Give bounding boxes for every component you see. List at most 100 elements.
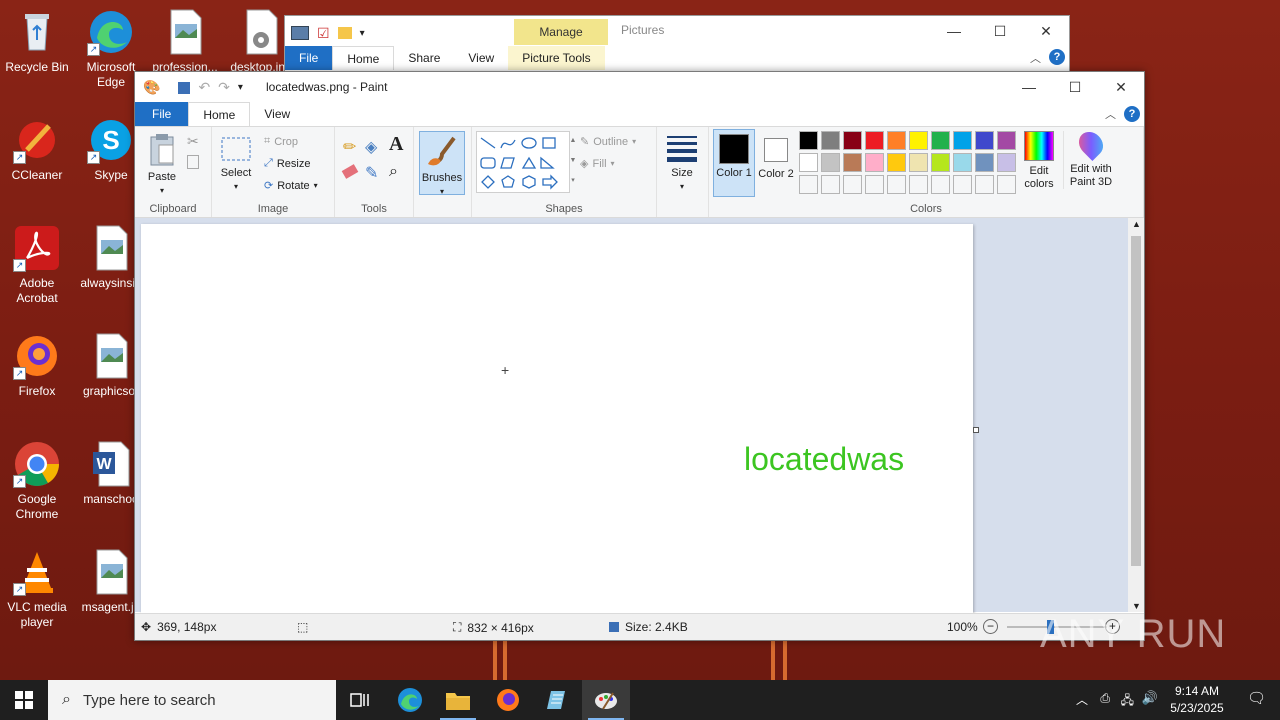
volume-icon[interactable]: 🔊 <box>1142 690 1158 706</box>
clock[interactable]: 9:14 AM 5/23/2025 <box>1162 683 1232 717</box>
color1-button[interactable]: Color 1 <box>713 129 755 197</box>
save-icon[interactable] <box>178 81 191 94</box>
palette-swatch[interactable] <box>997 131 1016 150</box>
tab-picture-tools[interactable]: Picture Tools <box>508 46 605 70</box>
chevron-down-icon[interactable]: ▾ <box>360 28 365 39</box>
desktop-icon-recycle-bin[interactable]: Recycle Bin <box>0 8 74 75</box>
taskbar-paint[interactable] <box>582 680 630 720</box>
tab-file[interactable]: File <box>285 46 333 70</box>
chevron-up-icon[interactable]: ︿ <box>1076 691 1088 708</box>
maximize-icon[interactable]: ☐ <box>1052 72 1098 102</box>
palette-swatch[interactable] <box>997 153 1016 172</box>
paint-window[interactable]: 🎨 ↶ ↷ ▾ locatedwas.png - Paint — ☐ ✕ Fil… <box>134 71 1145 641</box>
crop-button[interactable]: ⌗ Crop <box>264 135 298 148</box>
network-icon[interactable]: 🖧 <box>1121 691 1134 712</box>
desktop-icon-google-chrome[interactable]: ↗ Google Chrome <box>0 440 74 522</box>
select-button[interactable]: Select ▾ <box>218 135 254 193</box>
cut-icon[interactable]: ✂ <box>187 133 199 150</box>
tab-share[interactable]: Share <box>394 46 454 70</box>
tab-view[interactable]: View <box>250 102 304 126</box>
notifications-icon[interactable]: 🗨 <box>1247 689 1266 707</box>
custom-color-slot[interactable] <box>953 175 972 194</box>
tab-home[interactable]: Home <box>332 46 395 70</box>
custom-color-slot[interactable] <box>843 175 862 194</box>
new-folder-icon[interactable] <box>337 27 352 39</box>
desktop-icon-ccleaner[interactable]: ↗ CCleaner <box>0 116 74 183</box>
redo-icon[interactable]: ↷ <box>218 79 230 96</box>
magnifier-icon[interactable]: ⌕ <box>389 163 398 181</box>
size-button[interactable]: Size ▾ <box>662 133 702 193</box>
palette-swatch[interactable] <box>843 153 862 172</box>
taskbar-search-box[interactable]: ⌕ Type here to search <box>48 680 336 720</box>
pencil-icon[interactable]: ✏ <box>343 137 356 157</box>
eraser-icon[interactable] <box>341 164 359 179</box>
fill-bucket-icon[interactable]: ◈ <box>365 137 377 157</box>
palette-swatch[interactable] <box>887 131 906 150</box>
canvas-resize-handle[interactable] <box>973 427 979 433</box>
desktop-icon-profession[interactable]: profession... <box>148 8 222 75</box>
outline-button[interactable]: ✎ Outline ▾ <box>580 135 636 149</box>
taskbar-firefox[interactable] <box>484 680 532 720</box>
palette-swatch[interactable] <box>953 131 972 150</box>
palette-swatch[interactable] <box>821 153 840 172</box>
scroll-down-icon[interactable]: ▼ <box>1132 601 1141 611</box>
taskbar-notepad[interactable] <box>534 680 582 720</box>
palette-swatch[interactable] <box>865 153 884 172</box>
ribbon-collapse-icon[interactable]: ︿ <box>1030 50 1041 66</box>
palette-swatch[interactable] <box>843 131 862 150</box>
custom-color-slot[interactable] <box>909 175 928 194</box>
palette-swatch[interactable] <box>865 131 884 150</box>
tab-view[interactable]: View <box>454 46 508 70</box>
palette-swatch[interactable] <box>799 131 818 150</box>
custom-color-slot[interactable] <box>997 175 1016 194</box>
canvas-area[interactable]: + locatedwas <box>135 218 1128 614</box>
copy-icon[interactable] <box>187 155 199 169</box>
task-view-button[interactable] <box>336 680 384 720</box>
scroll-up-icon[interactable]: ▲ <box>1132 219 1141 229</box>
undo-icon[interactable]: ↶ <box>198 79 210 96</box>
custom-color-slot[interactable] <box>975 175 994 194</box>
text-tool-icon[interactable]: A <box>389 133 403 156</box>
palette-swatch[interactable] <box>799 153 818 172</box>
zoom-out-icon[interactable]: − <box>983 619 998 634</box>
manage-contextual-tab[interactable]: Manage <box>514 19 608 45</box>
maximize-icon[interactable]: ☐ <box>977 16 1023 46</box>
close-icon[interactable]: ✕ <box>1023 16 1069 46</box>
palette-swatch[interactable] <box>887 153 906 172</box>
color-picker-icon[interactable]: ✎ <box>365 163 378 183</box>
tab-file[interactable]: File <box>135 102 189 126</box>
fill-button[interactable]: ◈ Fill ▾ <box>580 157 615 171</box>
resize-button[interactable]: ⤢ Resize <box>264 157 310 170</box>
brushes-button[interactable]: Brushes ▾ <box>419 131 465 196</box>
minimize-icon[interactable]: — <box>931 16 977 46</box>
paste-button[interactable]: Paste ▾ <box>143 133 181 197</box>
edit-with-paint3d-button[interactable]: Edit with Paint 3D <box>1063 127 1118 189</box>
palette-swatch[interactable] <box>953 153 972 172</box>
file-explorer-window[interactable]: ☑ ▾ Manage Pictures — ☐ ✕ File Home Shar… <box>284 15 1070 77</box>
custom-color-slot[interactable] <box>887 175 906 194</box>
chevron-down-icon[interactable]: ▾ <box>238 82 243 93</box>
taskbar-edge[interactable] <box>386 680 434 720</box>
ribbon-collapse-icon[interactable]: ︿ <box>1105 106 1116 122</box>
custom-color-slot[interactable] <box>799 175 818 194</box>
custom-color-slot[interactable] <box>865 175 884 194</box>
drawing-canvas[interactable]: + locatedwas <box>141 224 973 614</box>
palette-swatch[interactable] <box>931 153 950 172</box>
custom-color-slot[interactable] <box>821 175 840 194</box>
properties-icon[interactable]: ☑ <box>317 25 330 42</box>
rotate-button[interactable]: ⟳ Rotate ▾ <box>264 179 318 193</box>
vertical-scrollbar[interactable]: ▲ ▼ <box>1128 218 1144 612</box>
help-icon[interactable]: ? <box>1124 106 1140 122</box>
scrollbar-thumb[interactable] <box>1131 236 1141 566</box>
custom-color-slot[interactable] <box>931 175 950 194</box>
palette-swatch[interactable] <box>909 131 928 150</box>
device-icon[interactable]: ⎙ <box>1100 691 1110 706</box>
palette-swatch[interactable] <box>909 153 928 172</box>
start-button[interactable] <box>0 680 48 720</box>
minimize-icon[interactable]: — <box>1006 72 1052 102</box>
palette-swatch[interactable] <box>975 131 994 150</box>
color2-button[interactable]: Color 2 <box>757 131 795 181</box>
tab-home[interactable]: Home <box>188 102 251 126</box>
shapes-gallery[interactable] <box>476 131 570 193</box>
help-icon[interactable]: ? <box>1049 49 1065 65</box>
